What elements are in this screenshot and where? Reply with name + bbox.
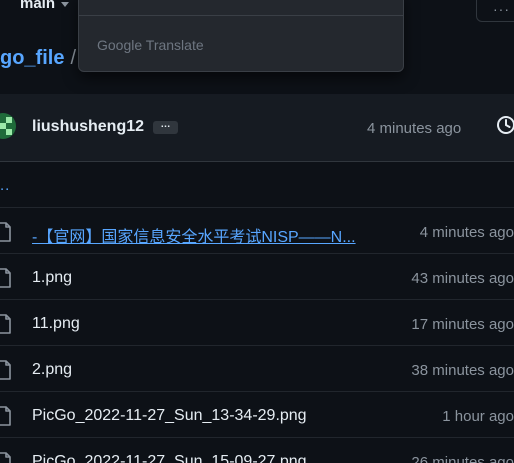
branch-selector-button[interactable]: main (0, 0, 79, 18)
branch-label: main (20, 0, 56, 12)
avatar-pixel (6, 129, 12, 135)
file-icon (0, 360, 12, 385)
commit-author-link[interactable]: liushusheng12 (32, 118, 144, 136)
breadcrumb-repo-link[interactable]: go_file (0, 47, 64, 70)
file-row[interactable]: -【官网】国家信息安全水平考试NISP——N... 4 minutes ago (0, 208, 514, 254)
file-commit-time[interactable]: 26 minutes ago (411, 454, 514, 463)
avatar-pixel (6, 117, 12, 123)
avatar[interactable] (0, 113, 16, 139)
file-name-link[interactable]: PicGo_2022-11-27_Sun_13-34-29.png (32, 407, 307, 425)
file-list: .. -【官网】国家信息安全水平考试NISP——N... 4 minutes a… (0, 162, 514, 463)
commit-message-expand-button[interactable]: … (153, 120, 178, 134)
file-icon (0, 314, 12, 339)
chevron-down-icon (61, 1, 70, 7)
file-name-link[interactable]: PicGo_2022-11-27_Sun_15-09-27.png (32, 453, 307, 463)
file-commit-time[interactable]: 38 minutes ago (411, 362, 514, 379)
more-options-button[interactable]: ··· (476, 0, 514, 22)
file-name-link[interactable]: 1.png (32, 269, 72, 287)
file-commit-time[interactable]: 43 minutes ago (411, 270, 514, 287)
file-commit-time[interactable]: 4 minutes ago (420, 224, 514, 241)
file-row[interactable]: 11.png 17 minutes ago (0, 300, 514, 346)
breadcrumb: go_file / (0, 47, 76, 70)
kebab-horizontal-icon: ··· (493, 1, 510, 17)
file-commit-time[interactable]: 1 hour ago (442, 408, 514, 425)
latest-commit-row: liushusheng12 … 4 minutes ago (0, 94, 514, 162)
file-name-link[interactable]: -【官网】国家信息安全水平考试NISP——N... (32, 223, 388, 247)
file-row[interactable]: PicGo_2022-11-27_Sun_15-09-27.png 26 min… (0, 438, 514, 463)
file-icon (0, 406, 12, 431)
google-translate-popup: Google Translate (78, 0, 404, 72)
file-name-link[interactable]: 2.png (32, 361, 72, 379)
file-commit-time[interactable]: 17 minutes ago (411, 316, 514, 333)
popup-divider (79, 15, 403, 16)
file-row[interactable]: PicGo_2022-11-27_Sun_13-34-29.png 1 hour… (0, 392, 514, 438)
file-icon (0, 452, 12, 463)
commit-timestamp[interactable]: 4 minutes ago (367, 120, 461, 137)
file-icon (0, 222, 12, 247)
parent-directory-link[interactable]: .. (0, 177, 10, 194)
file-name-link[interactable]: 11.png (32, 315, 80, 333)
history-icon[interactable] (495, 114, 514, 141)
parent-directory-row[interactable]: .. (0, 162, 514, 208)
file-row[interactable]: 1.png 43 minutes ago (0, 254, 514, 300)
repo-browser: main ··· go_file / liushusheng12 … 4 min… (0, 0, 514, 463)
file-icon (0, 268, 12, 293)
breadcrumb-separator: / (70, 47, 77, 69)
file-row[interactable]: 2.png 38 minutes ago (0, 346, 514, 392)
google-translate-brand[interactable]: Google Translate (97, 37, 204, 53)
